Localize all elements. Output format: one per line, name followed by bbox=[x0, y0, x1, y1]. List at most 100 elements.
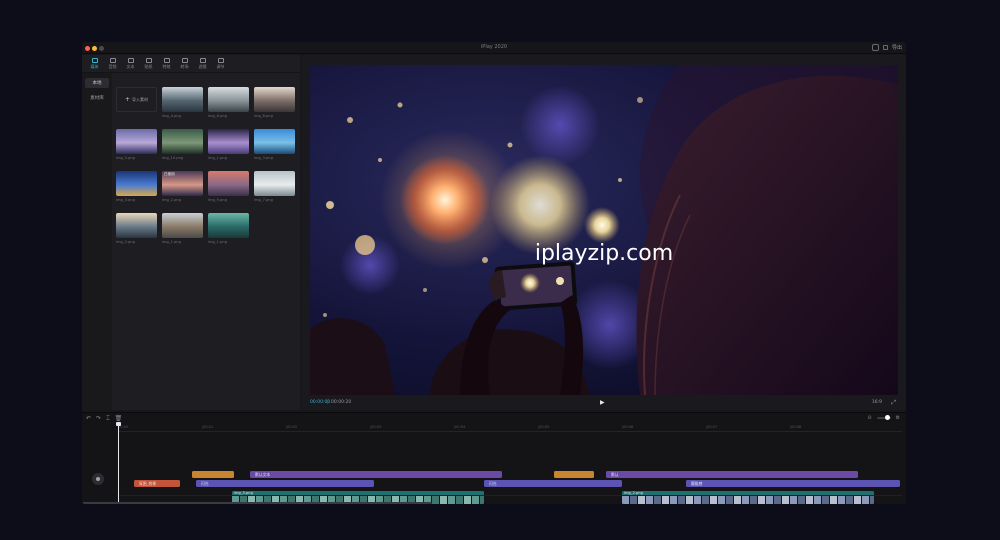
media-thumbnail bbox=[162, 87, 203, 112]
used-badge: 已使用 bbox=[164, 172, 175, 176]
media-icon bbox=[91, 58, 98, 63]
text-icon bbox=[127, 58, 134, 63]
transition-icon bbox=[181, 58, 188, 63]
tab-transition[interactable]: 转场 bbox=[176, 55, 193, 73]
media-item[interactable]: img_10.png bbox=[162, 129, 203, 160]
media-thumbnail bbox=[116, 213, 157, 238]
ruler-tick: |00:08 bbox=[790, 425, 802, 429]
playhead[interactable] bbox=[116, 422, 121, 503]
watermark-text: iplayzip.com bbox=[534, 241, 674, 266]
fireworks-video-frame bbox=[310, 65, 898, 395]
import-media-button[interactable]: + 导入素材 bbox=[116, 87, 157, 112]
overlay-clip[interactable]: img_2.png bbox=[622, 491, 874, 504]
tab-label: 滤镜 bbox=[198, 64, 207, 69]
tab-audio[interactable]: 音频 bbox=[104, 55, 121, 73]
media-filename: img_8.png bbox=[254, 114, 273, 118]
media-thumbnail bbox=[208, 171, 249, 196]
effect-clip[interactable]: 闪光 bbox=[196, 480, 374, 487]
tab-text[interactable]: 文本 bbox=[122, 55, 139, 73]
media-thumbnail bbox=[254, 171, 295, 196]
media-thumbnail bbox=[208, 87, 249, 112]
ruler-tick: |00:07 bbox=[706, 425, 718, 429]
effect-clip[interactable]: 朦胧感 bbox=[686, 480, 900, 487]
sticker-clip[interactable]: 默认 bbox=[606, 471, 858, 478]
filter-icon bbox=[199, 58, 206, 63]
sticker-icon bbox=[145, 58, 152, 63]
media-item[interactable]: img_8.png bbox=[254, 87, 295, 118]
resource-panel: 媒体 音频 文本 贴纸 特效 转场 滤镜 调节 本地 素材库 + 导入素材 img_4.png i… bbox=[82, 55, 300, 410]
media-item[interactable]: img_1.png bbox=[162, 213, 203, 244]
timeline-ruler[interactable]: 00:00 |00:01 |00:02 |00:03 |00:04 |00:05 |00:0… bbox=[118, 424, 902, 432]
snap-icon[interactable]: ⊙ bbox=[867, 415, 871, 421]
timeline-panel: ↶ ↷ ⌶ 🗑 ⊙ ⚙ 00:00 |00:01 |00:02 |00:03 |00:04 |0… bbox=[82, 412, 906, 504]
redo-icon[interactable]: ↷ bbox=[96, 415, 101, 423]
effect-clip[interactable]: 闪光 bbox=[484, 480, 622, 487]
video-player[interactable]: iplayzip.com bbox=[310, 65, 898, 395]
media-item[interactable]: img_1.png bbox=[208, 129, 249, 160]
tab-label: 文本 bbox=[126, 64, 135, 69]
audio-icon bbox=[109, 58, 116, 63]
tab-label: 音频 bbox=[108, 64, 117, 69]
filmstrip bbox=[622, 496, 874, 504]
app-window: iPlay 2020 导出 媒体 音频 文本 贴纸 特效 转场 滤镜 调节 本地 素材库 + 导… bbox=[82, 42, 906, 504]
media-item[interactable]: 已使用 img_2.png bbox=[162, 171, 203, 202]
tab-effects[interactable]: 特效 bbox=[158, 55, 175, 73]
play-icon[interactable]: ▶ bbox=[600, 399, 605, 406]
media-thumbnail: 已使用 bbox=[162, 171, 203, 196]
media-item[interactable]: img_4.png bbox=[162, 87, 203, 118]
undo-icon[interactable]: ↶ bbox=[86, 415, 91, 423]
media-thumbnail bbox=[254, 129, 295, 154]
subnav-item[interactable]: 本地 bbox=[85, 78, 109, 88]
fullscreen-icon[interactable]: ⤢ bbox=[891, 399, 896, 407]
tab-label: 转场 bbox=[180, 64, 189, 69]
tab-sticker[interactable]: 贴纸 bbox=[140, 55, 157, 73]
media-filename: img_9.png bbox=[208, 198, 227, 202]
media-item[interactable]: img_3.png bbox=[116, 171, 157, 202]
ruler-tick: |00:04 bbox=[454, 425, 466, 429]
media-item[interactable]: img_2.png bbox=[116, 213, 157, 244]
media-item[interactable]: img_9.png bbox=[208, 171, 249, 202]
layout-icon[interactable] bbox=[871, 44, 879, 51]
effect-clip[interactable]: 氛围_效果 bbox=[134, 480, 180, 487]
media-thumbnail bbox=[254, 87, 295, 112]
audio-track[interactable] bbox=[118, 495, 902, 496]
media-item[interactable]: img_7.png bbox=[254, 171, 295, 202]
settings-icon[interactable]: ⚙ bbox=[896, 415, 900, 421]
sticker-clip[interactable] bbox=[554, 471, 594, 478]
media-thumbnail bbox=[208, 129, 249, 154]
media-filename: img_2.png bbox=[162, 198, 181, 202]
media-filename: img_10.png bbox=[162, 156, 184, 160]
tab-adjust[interactable]: 调节 bbox=[212, 55, 229, 73]
media-thumbnail bbox=[162, 129, 203, 154]
ruler-tick: |00:01 bbox=[202, 425, 214, 429]
sticker-clip[interactable]: 默认文本 bbox=[250, 471, 502, 478]
preview-panel: iplayzip.com 00:00:00 | 00:00:20 ▶ 16:9 … bbox=[302, 55, 906, 410]
media-filename: img_7.png bbox=[254, 198, 273, 202]
plus-icon: + bbox=[124, 96, 131, 103]
resource-toolbar: 媒体 音频 文本 贴纸 特效 转场 滤镜 调节 bbox=[82, 55, 300, 73]
media-filename: img_1.png bbox=[208, 156, 227, 160]
tab-filter[interactable]: 滤镜 bbox=[194, 55, 211, 73]
split-icon[interactable]: ⌶ bbox=[106, 415, 110, 423]
media-filename: img_3.png bbox=[254, 156, 273, 160]
export-icon[interactable] bbox=[882, 45, 888, 50]
zoom-slider[interactable] bbox=[876, 415, 891, 420]
adjust-icon bbox=[217, 58, 224, 63]
ruler-tick: |00:06 bbox=[622, 425, 634, 429]
timeline-scrollbar[interactable] bbox=[82, 502, 432, 504]
sticker-clip[interactable] bbox=[192, 471, 234, 478]
tab-media[interactable]: 媒体 bbox=[86, 55, 103, 73]
time-total: 00:00:20 bbox=[331, 400, 352, 405]
cover-button[interactable] bbox=[92, 473, 104, 485]
media-item[interactable]: img_1.png bbox=[208, 213, 249, 244]
time-separator: | bbox=[327, 400, 329, 405]
ruler-tick: |00:05 bbox=[538, 425, 550, 429]
media-item[interactable]: img_5.png bbox=[116, 129, 157, 160]
export-button[interactable]: 导出 bbox=[892, 44, 902, 51]
ruler-tick: |00:02 bbox=[286, 425, 298, 429]
aspect-ratio-select[interactable]: 16:9 bbox=[872, 400, 882, 405]
media-item[interactable]: img_3.png bbox=[254, 129, 295, 160]
media-item[interactable]: img_6.png bbox=[208, 87, 249, 118]
subnav-item[interactable]: 素材库 bbox=[85, 93, 109, 103]
media-filename: img_4.png bbox=[162, 114, 181, 118]
